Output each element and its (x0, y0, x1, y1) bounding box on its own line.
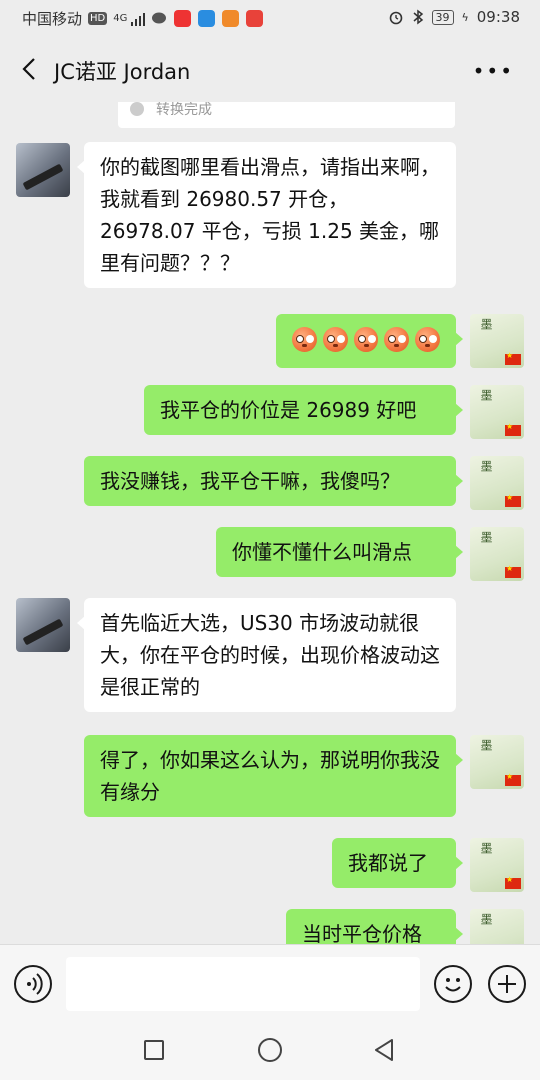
signal-icon (131, 12, 146, 26)
app-blue-icon (198, 10, 216, 27)
contact-avatar[interactable] (16, 598, 70, 652)
message-bubble-sent-emoji[interactable] (276, 314, 463, 368)
app-orange-icon (222, 10, 240, 27)
chevron-left-icon[interactable] (18, 56, 42, 82)
network-label: 4G (113, 13, 128, 24)
flag-icon (505, 422, 521, 436)
more-options-icon[interactable]: ••• (473, 61, 514, 81)
app-red-icon (174, 10, 192, 27)
flushed-face-icon (292, 327, 317, 352)
flag-icon (505, 564, 521, 578)
app-red2-icon (246, 10, 264, 27)
clock: 09:38 (476, 8, 520, 26)
back-triangle-icon[interactable] (372, 1038, 396, 1062)
avatar-glyph-icon: 墨 (479, 460, 493, 472)
message-bubble-sent[interactable]: 我没赚钱，我平仓干嘛，我傻吗？ (84, 456, 463, 506)
contact-avatar[interactable] (16, 143, 70, 197)
system-navigation-bar (0, 1026, 540, 1080)
user-avatar[interactable]: 墨 (470, 838, 524, 892)
emoji-icon[interactable] (434, 965, 472, 1003)
flag-icon (505, 493, 521, 507)
avatar-glyph-icon: 墨 (479, 318, 493, 330)
chat-header: JC诺亚 Jordan ••• (0, 36, 540, 102)
message-bubble-sent[interactable]: 我都说了 (332, 838, 463, 888)
home-icon[interactable] (258, 1038, 282, 1062)
flag-icon (505, 351, 521, 365)
carrier-label: 中国移动 (22, 10, 83, 28)
chat-title: JC诺亚 Jordan (54, 60, 191, 84)
recent-apps-icon[interactable] (144, 1040, 164, 1060)
message-list[interactable]: 转换完成 你的截图哪里看出滑点，请指出来啊，我就看到 26980.57 开仓，2… (0, 102, 540, 944)
convert-icon (130, 102, 144, 116)
alarm-icon (389, 11, 402, 25)
user-avatar[interactable]: 墨 (470, 909, 524, 944)
charging-icon: ϟ (461, 10, 469, 24)
plus-icon[interactable] (488, 965, 526, 1003)
user-avatar[interactable]: 墨 (470, 314, 524, 368)
message-bubble-sent[interactable]: 当时平仓价格 (286, 909, 463, 944)
user-avatar[interactable]: 墨 (470, 527, 524, 581)
avatar-glyph-icon: 墨 (479, 531, 493, 543)
voice-icon[interactable] (14, 965, 52, 1003)
status-bar: 中国移动 HD 4G 39 ϟ 09:38 (0, 0, 540, 36)
message-bubble-sent[interactable]: 得了，你如果这么认为，那说明你我没有缘分 (84, 735, 463, 817)
smiley-face-icon (445, 978, 461, 992)
emoji-row (292, 323, 440, 352)
user-avatar[interactable]: 墨 (470, 735, 524, 789)
user-avatar[interactable]: 墨 (470, 456, 524, 510)
flag-icon (505, 875, 521, 889)
voice-waves-icon (27, 973, 43, 995)
message-input[interactable] (66, 957, 420, 1011)
hd-badge: HD (88, 12, 108, 25)
plus-sign-icon (498, 975, 516, 993)
avatar-glyph-icon: 墨 (479, 739, 493, 751)
message-bubble-received[interactable]: 首先临近大选，US30 市场波动就很大，你在平仓的时候，出现价格波动这是很正常的 (77, 598, 456, 712)
flushed-face-icon (384, 327, 410, 352)
bluetooth-icon (413, 9, 423, 25)
message-bubble-sent[interactable]: 你懂不懂什么叫滑点 (216, 527, 463, 577)
user-avatar[interactable]: 墨 (470, 385, 524, 439)
message-bubble-sent[interactable]: 我平仓的价位是 26989 好吧 (144, 385, 463, 435)
status-right: 39 ϟ 09:38 (388, 8, 520, 26)
battery-indicator: 39 (431, 9, 454, 25)
avatar-glyph-icon: 墨 (479, 913, 493, 925)
message-bubble-received[interactable]: 你的截图哪里看出滑点，请指出来啊，我就看到 26980.57 开仓，26978.… (77, 142, 456, 288)
composer-bar (0, 944, 540, 1026)
avatar-glyph-icon: 墨 (479, 389, 493, 401)
flag-icon (505, 772, 521, 786)
status-left: 中国移动 HD 4G (22, 8, 264, 29)
flushed-face-icon (322, 327, 348, 352)
flushed-face-icon (353, 327, 379, 352)
flushed-face-icon (415, 327, 440, 352)
chat-bubble-icon (152, 12, 167, 23)
avatar-glyph-icon: 墨 (479, 842, 493, 854)
system-note: 转换完成 (118, 102, 455, 128)
system-note-text: 转换完成 (156, 102, 212, 118)
